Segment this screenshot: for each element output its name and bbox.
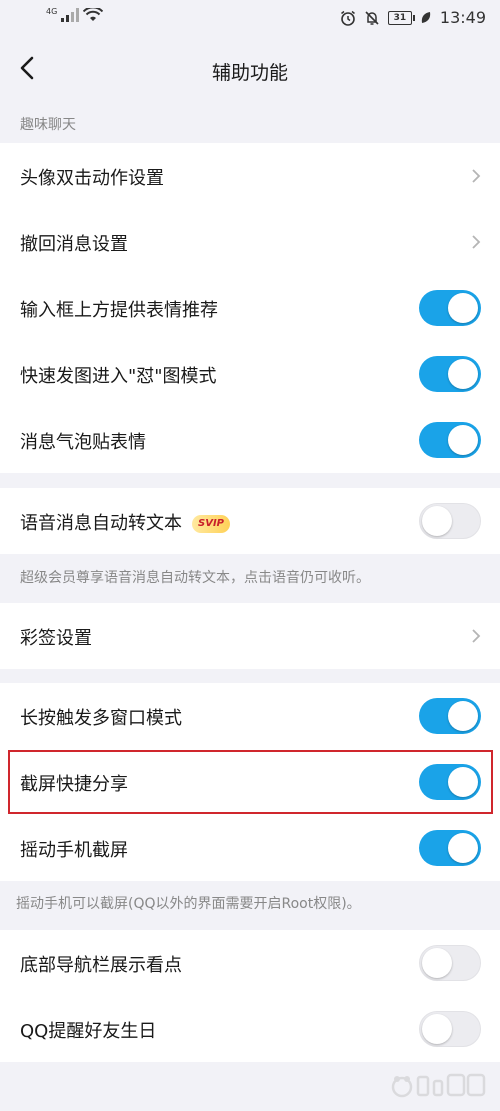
toggle-switch[interactable] — [419, 945, 481, 981]
chevron-right-icon — [472, 629, 481, 643]
row-label: 撤回消息设置 — [20, 234, 128, 255]
status-bar: 4G 31 13:49 — [0, 0, 500, 40]
toggle-switch[interactable] — [419, 422, 481, 458]
toggle-knob — [448, 359, 478, 389]
toggle-knob — [448, 701, 478, 731]
toggle-switch[interactable] — [419, 830, 481, 866]
row-label: 语音消息自动转文本 SVIP — [20, 509, 230, 535]
row-label: QQ提醒好友生日 — [20, 1021, 157, 1042]
row-label: 底部导航栏展示看点 — [20, 955, 182, 976]
row-label: 头像双击动作设置 — [20, 168, 164, 189]
battery-indicator: 31 — [387, 10, 415, 25]
toggle-knob — [422, 1014, 452, 1044]
status-left: 4G — [46, 7, 104, 22]
toggle-switch[interactable] — [419, 356, 481, 392]
toggle-switch[interactable] — [419, 1011, 481, 1047]
row-label: 彩签设置 — [20, 628, 92, 649]
watermark-logo — [391, 1073, 486, 1098]
row-birthday-reminder: QQ提醒好友生日 — [0, 996, 500, 1062]
row-label: 长按触发多窗口模式 — [20, 708, 182, 729]
row-label: 输入框上方提供表情推荐 — [20, 300, 218, 321]
row-label: 消息气泡贴表情 — [20, 432, 146, 453]
wifi-icon — [83, 8, 104, 21]
settings-group-misc: 底部导航栏展示看点 QQ提醒好友生日 — [0, 930, 500, 1062]
toggle-switch[interactable] — [419, 698, 481, 734]
network-type: 4G — [46, 7, 58, 16]
row-voice-to-text: 语音消息自动转文本 SVIP — [0, 488, 500, 554]
section-label-fun-chat: 趣味聊天 — [20, 117, 76, 133]
row-multi-window: 长按触发多窗口模式 — [0, 683, 500, 749]
settings-group-voice: 语音消息自动转文本 SVIP — [0, 488, 500, 554]
row-shake-screenshot: 摇动手机截屏 — [0, 815, 500, 881]
signal-icon — [61, 8, 80, 22]
voice-note: 超级会员尊享语音消息自动转文本，点击语音仍可收听。 — [20, 570, 370, 586]
row-bottom-nav-kandian: 底部导航栏展示看点 — [0, 930, 500, 996]
toggle-knob — [422, 948, 452, 978]
toggle-knob — [448, 833, 478, 863]
row-recall-message[interactable]: 撤回消息设置 — [0, 209, 500, 275]
svip-badge: SVIP — [192, 515, 230, 533]
row-quick-image-mode: 快速发图进入"怼"图模式 — [0, 341, 500, 407]
shake-note: 摇动手机可以截屏(QQ以外的界面需要开启Root权限)。 — [16, 896, 361, 912]
mute-bell-icon — [365, 10, 379, 25]
chevron-right-icon — [472, 169, 481, 183]
row-avatar-double-click[interactable]: 头像双击动作设置 — [0, 143, 500, 209]
alarm-icon — [340, 10, 355, 26]
leaf-icon — [421, 11, 431, 23]
status-right: 31 13:49 — [340, 8, 486, 27]
nav-bar: 辅助功能 — [0, 40, 500, 98]
settings-group-colorful-tag: 彩签设置 — [0, 603, 500, 669]
voice-to-text-label: 语音消息自动转文本 — [20, 513, 182, 534]
clock: 13:49 — [439, 8, 486, 27]
chevron-right-icon — [472, 235, 481, 249]
row-emoji-recommend: 输入框上方提供表情推荐 — [0, 275, 500, 341]
toggle-switch[interactable] — [419, 290, 481, 326]
toggle-switch[interactable] — [419, 503, 481, 539]
row-colorful-tag[interactable]: 彩签设置 — [0, 603, 500, 669]
toggle-knob — [448, 425, 478, 455]
row-bubble-sticker: 消息气泡贴表情 — [0, 407, 500, 473]
settings-group-fun-chat: 头像双击动作设置 撤回消息设置 输入框上方提供表情推荐 快速发图进入"怼"图模式… — [0, 143, 500, 473]
highlight-box — [8, 750, 493, 814]
row-label: 快速发图进入"怼"图模式 — [20, 366, 217, 387]
row-label: 摇动手机截屏 — [20, 840, 128, 861]
toggle-knob — [448, 293, 478, 323]
page-title: 辅助功能 — [211, 62, 288, 84]
toggle-knob — [422, 506, 452, 536]
